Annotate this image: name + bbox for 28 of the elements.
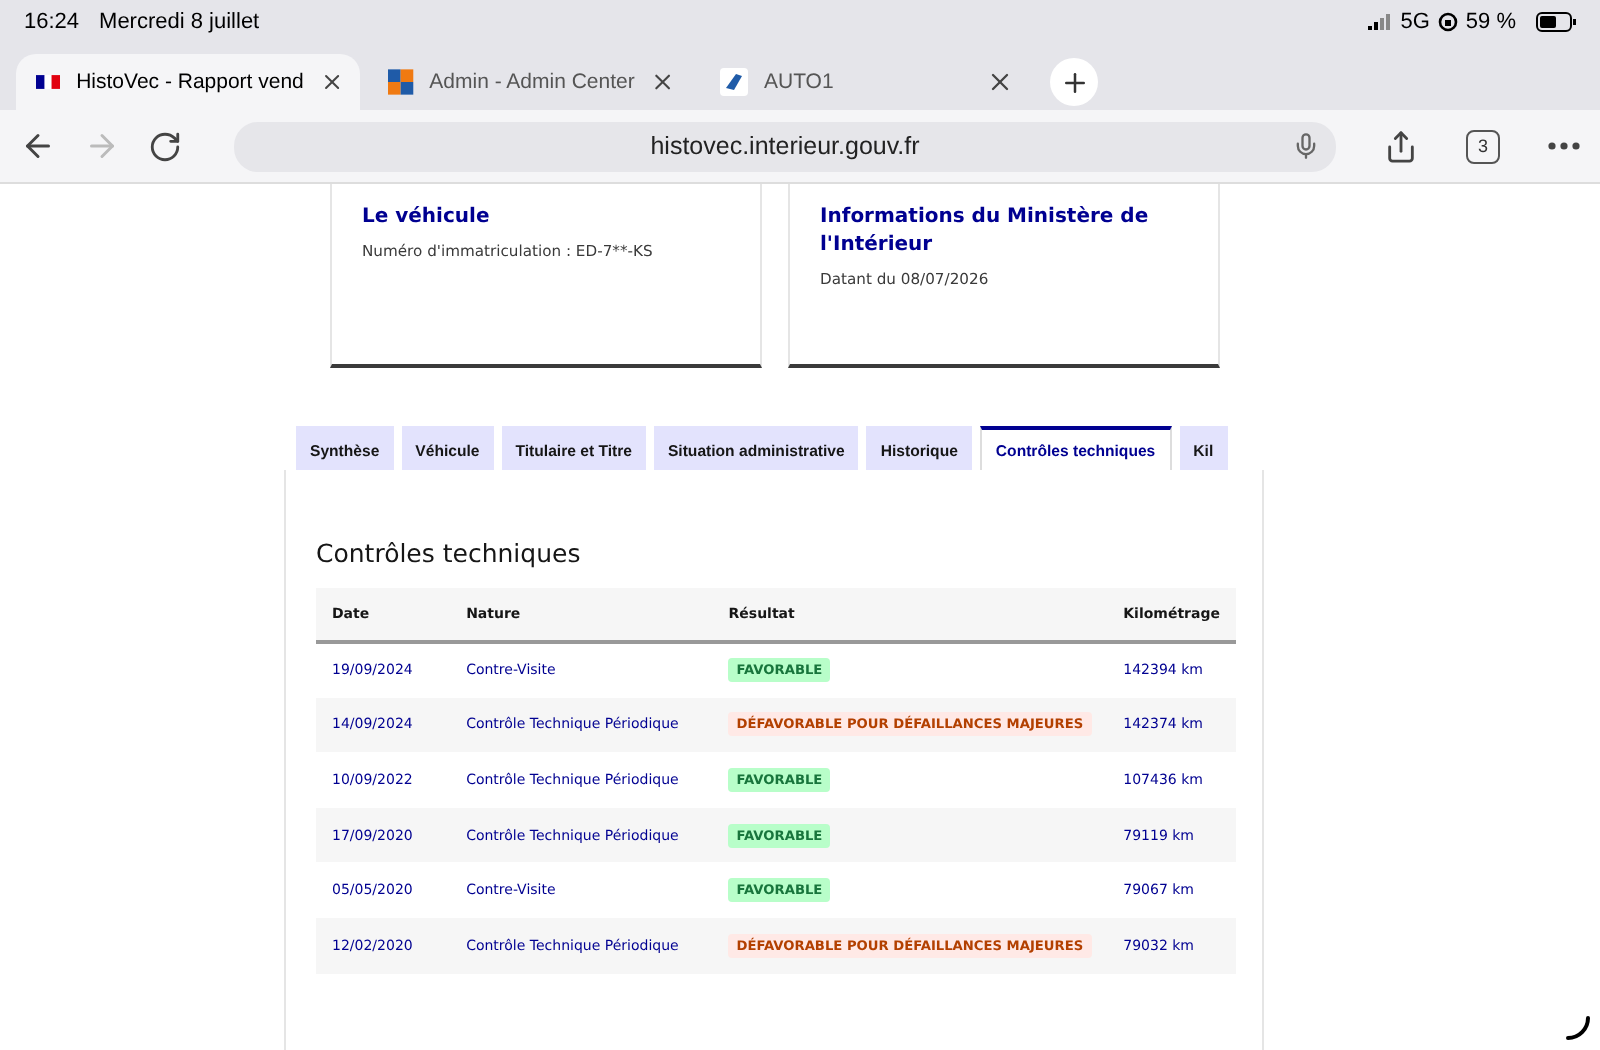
address-field[interactable]: histovec.interieur.gouv.fr	[234, 121, 1336, 171]
network-label: 5G	[1400, 10, 1430, 34]
browser-tab[interactable]: HistoVec - Rapport vend	[16, 54, 360, 110]
battery-icon	[1536, 12, 1576, 32]
date-text: Mercredi 8 juillet	[99, 10, 260, 34]
flag-icon	[36, 74, 61, 90]
browser-tab[interactable]: Admin - Admin Center	[368, 54, 692, 110]
squares-icon	[388, 68, 414, 96]
tabs-button[interactable]: 3	[1466, 129, 1500, 163]
loading-spinner-icon	[1564, 1014, 1592, 1042]
more-icon	[1548, 142, 1580, 150]
microphone-icon[interactable]	[1292, 131, 1320, 159]
more-button[interactable]	[1548, 142, 1580, 150]
new-tab-button[interactable]	[1050, 58, 1098, 106]
battery-percent: 59 %	[1465, 10, 1516, 34]
swoosh-icon	[720, 68, 748, 96]
section-title: Contrôles techniques	[316, 538, 583, 568]
share-button[interactable]	[1384, 129, 1418, 163]
reload-button[interactable]	[148, 129, 182, 163]
signal-icon	[1368, 14, 1393, 30]
card-title: Informations du Ministère de l'Intérieur	[820, 204, 1151, 260]
back-button[interactable]	[20, 128, 56, 164]
close-icon[interactable]	[986, 68, 1014, 96]
card-title: Le véhicule	[362, 204, 492, 232]
clock-time: 16:24	[24, 10, 80, 34]
plus-icon	[1059, 67, 1089, 97]
rotation-lock-icon	[1437, 12, 1458, 32]
browser-tab[interactable]: AUTO1	[700, 54, 1030, 110]
